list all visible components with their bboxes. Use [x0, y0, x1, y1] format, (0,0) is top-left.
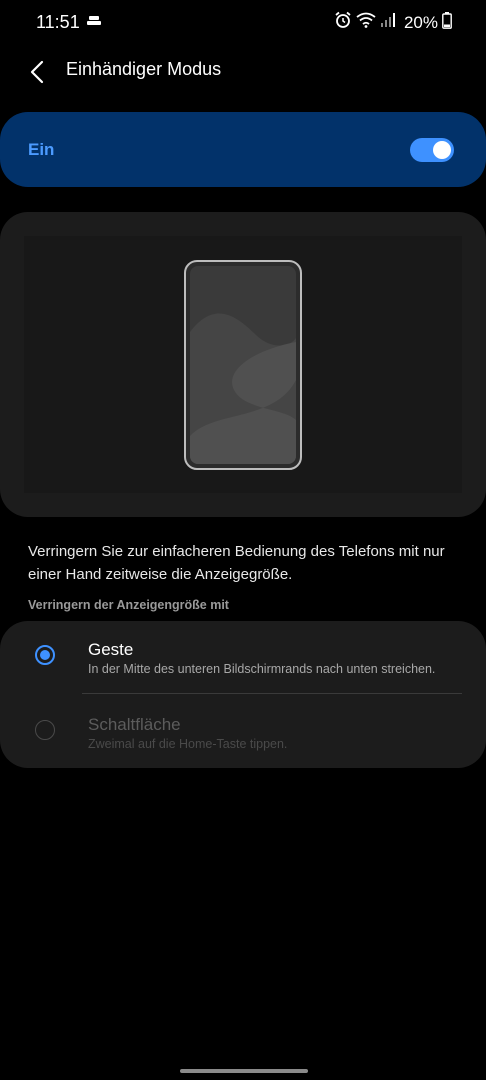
master-switch-card[interactable]: Ein [0, 112, 486, 187]
status-icons: 20% [334, 11, 452, 34]
options-card: Geste In der Mitte des unteren Bildschir… [0, 621, 486, 768]
toggle-knob [433, 141, 451, 159]
battery-icon [442, 11, 452, 34]
phone-illustration-icon [184, 260, 302, 470]
option-button[interactable]: Schaltfläche Zweimal auf die Home-Taste … [0, 697, 486, 769]
option-button-subtitle: Zweimal auf die Home-Taste tippen. [88, 737, 288, 751]
status-time: 11:51 [36, 12, 80, 32]
wifi-icon [356, 12, 376, 33]
radio-selected-dot [40, 650, 50, 660]
option-button-title: Schaltfläche [88, 715, 181, 734]
master-switch-label: Ein [28, 140, 55, 159]
app-header: Einhändiger Modus [0, 48, 486, 92]
back-arrow-icon [30, 60, 44, 84]
page-title: Einhändiger Modus [66, 59, 222, 79]
back-button[interactable] [24, 54, 52, 86]
alarm-icon [334, 11, 352, 34]
signal-icon [380, 12, 396, 33]
status-bar: 11:51 20% [0, 0, 486, 44]
option-gesture-title: Geste [88, 640, 134, 659]
option-gesture-subtitle: In der Mitte des unteren Bildschirmrands… [88, 662, 436, 676]
battery-percent: 20% [403, 12, 438, 32]
notification-icon [86, 14, 102, 28]
gesture-radio-button[interactable] [35, 645, 55, 665]
master-toggle-switch[interactable] [410, 138, 454, 162]
divider [82, 693, 462, 694]
button-radio-button[interactable] [35, 720, 55, 740]
section-label: Verringern der Anzeigengröße mit [28, 598, 229, 612]
gesture-nav-handle[interactable] [180, 1069, 308, 1073]
description-text: Verringern Sie zur einfacheren Bedienung… [28, 543, 445, 583]
option-gesture[interactable]: Geste In der Mitte des unteren Bildschir… [0, 621, 486, 693]
